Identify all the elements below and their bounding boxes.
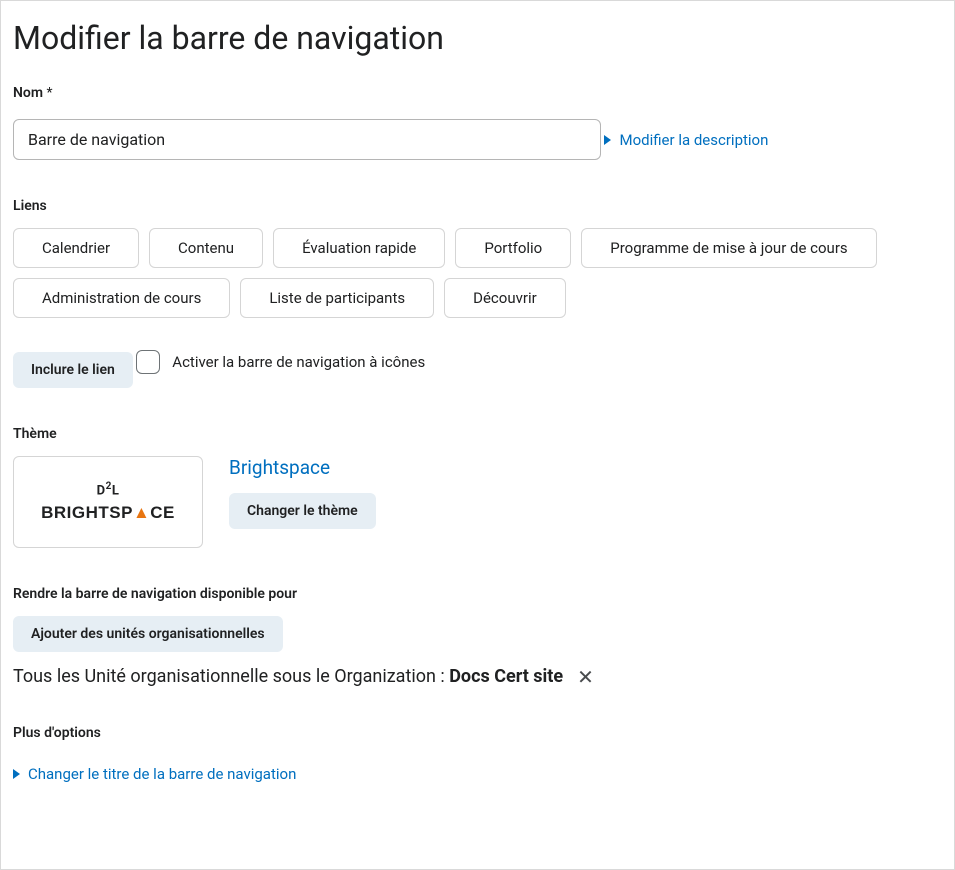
links-label: Liens [13,198,942,214]
chevron-right-icon [13,769,20,779]
d2l-logo: D2L [97,481,120,498]
icon-navbar-checkbox-label: Activer la barre de navigation à icônes [172,353,425,371]
availability-text: Tous les Unité organisationnelle sous le… [13,666,942,687]
name-label: Nom [13,85,942,101]
include-link-button[interactable]: Inclure le lien [13,352,133,388]
modify-description-toggle[interactable]: Modifier la description [604,131,768,149]
theme-name-link[interactable]: Brightspace [229,456,376,479]
link-item-decouvrir[interactable]: Découvrir [444,278,566,318]
page-title: Modifier la barre de navigation [13,19,942,57]
change-navbar-title-toggle[interactable]: Changer le titre de la barre de navigati… [13,765,296,783]
chevron-right-icon [604,135,611,145]
brightspace-logo: BRIGHTSP▲CE [41,503,175,523]
link-item-calendrier[interactable]: Calendrier [13,228,139,268]
link-item-admin-cours[interactable]: Administration de cours [13,278,230,318]
availability-label: Rendre la barre de navigation disponible… [13,586,942,602]
link-item-programme-maj[interactable]: Programme de mise à jour de cours [581,228,876,268]
link-item-evaluation-rapide[interactable]: Évaluation rapide [273,228,445,268]
link-item-contenu[interactable]: Contenu [149,228,263,268]
change-navbar-title-label: Changer le titre de la barre de navigati… [28,765,296,783]
link-item-portfolio[interactable]: Portfolio [455,228,571,268]
change-theme-button[interactable]: Changer le thème [229,493,376,529]
link-item-liste-participants[interactable]: Liste de participants [240,278,434,318]
more-options-label: Plus d'options [13,725,942,741]
modify-description-label: Modifier la description [619,131,768,149]
theme-label: Thème [13,426,942,442]
name-input[interactable] [13,119,601,160]
org-name: Docs Cert site [449,666,563,687]
close-icon[interactable]: ✕ [577,667,594,687]
add-org-units-button[interactable]: Ajouter des unités organisationnelles [13,616,283,652]
theme-preview: D2L BRIGHTSP▲CE [13,456,203,548]
icon-navbar-checkbox[interactable] [136,350,160,374]
